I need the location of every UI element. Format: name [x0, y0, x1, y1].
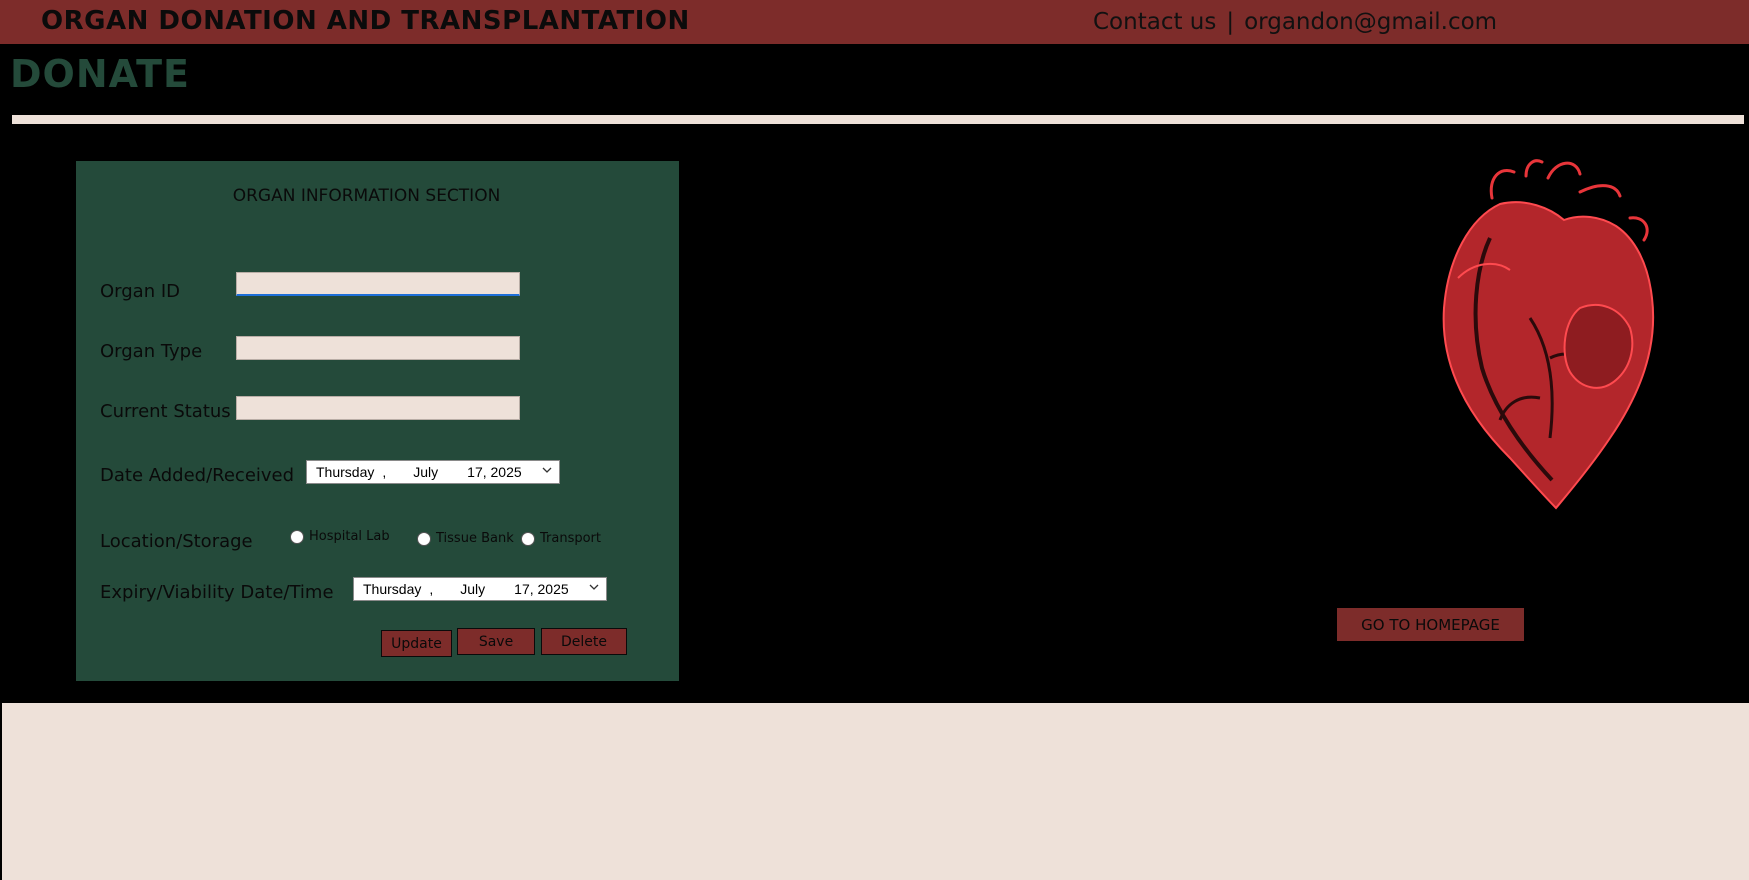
current-status-label: Current Status: [100, 401, 231, 422]
top-bar: ORGAN DONATION AND TRANSPLANTATION Conta…: [0, 0, 1749, 44]
radio-label: Hospital Lab: [309, 529, 390, 544]
contact-label: Contact us: [1093, 9, 1217, 35]
organ-id-input[interactable]: [236, 272, 520, 296]
chevron-down-icon[interactable]: [588, 581, 600, 593]
heart-illustration: [1442, 159, 1655, 510]
organ-info-panel: ORGAN INFORMATION SECTION Organ ID Organ…: [76, 161, 679, 681]
panel-title: ORGAN INFORMATION SECTION: [232, 186, 501, 206]
date-added-month: July: [413, 464, 439, 480]
radio-button[interactable]: [417, 531, 431, 546]
expiry-comma: ,: [429, 581, 434, 597]
expiry-label: Expiry/Viability Date/Time: [100, 582, 334, 603]
date-added-label: Date Added/Received: [100, 465, 295, 486]
radio-transport[interactable]: Transport: [521, 531, 601, 546]
page-title: DONATE: [10, 52, 190, 96]
chevron-down-icon[interactable]: [541, 464, 553, 476]
radio-button[interactable]: [521, 531, 535, 546]
go-to-homepage-button[interactable]: GO TO HOMEPAGE: [1337, 608, 1524, 641]
organ-type-label: Organ Type: [100, 341, 203, 362]
date-added-comma: ,: [382, 464, 387, 480]
date-added-day-year: 17, 2025: [467, 464, 522, 480]
header-divider: [12, 115, 1744, 124]
radio-label: Transport: [540, 531, 602, 546]
radio-hospital-lab[interactable]: Hospital Lab: [290, 529, 390, 544]
current-status-input[interactable]: [236, 396, 520, 420]
contact-email[interactable]: organdon@gmail.com: [1244, 9, 1497, 35]
radio-tissue-bank[interactable]: Tissue Bank: [417, 531, 514, 546]
expiry-month: July: [460, 581, 486, 597]
location-label: Location/Storage: [100, 531, 253, 552]
organ-id-label: Organ ID: [100, 281, 181, 302]
expiry-day-year: 17, 2025: [514, 581, 569, 597]
contact-separator: |: [1226, 9, 1235, 35]
expiry-weekday: Thursday: [363, 581, 422, 597]
delete-button[interactable]: Delete: [541, 628, 627, 655]
footer-area: [2, 703, 1749, 880]
organ-type-input[interactable]: [236, 336, 520, 360]
save-button[interactable]: Save: [457, 628, 535, 655]
radio-label: Tissue Bank: [436, 531, 514, 546]
update-button[interactable]: Update: [381, 630, 452, 657]
date-added-picker[interactable]: Thursday , July 17, 2025: [306, 460, 560, 484]
radio-button[interactable]: [290, 529, 304, 544]
expiry-date-picker[interactable]: Thursday , July 17, 2025: [353, 577, 607, 601]
contact-info: Contact us | organdon@gmail.com: [1093, 9, 1497, 35]
date-added-weekday: Thursday: [316, 464, 375, 480]
app-title: ORGAN DONATION AND TRANSPLANTATION: [41, 6, 690, 36]
